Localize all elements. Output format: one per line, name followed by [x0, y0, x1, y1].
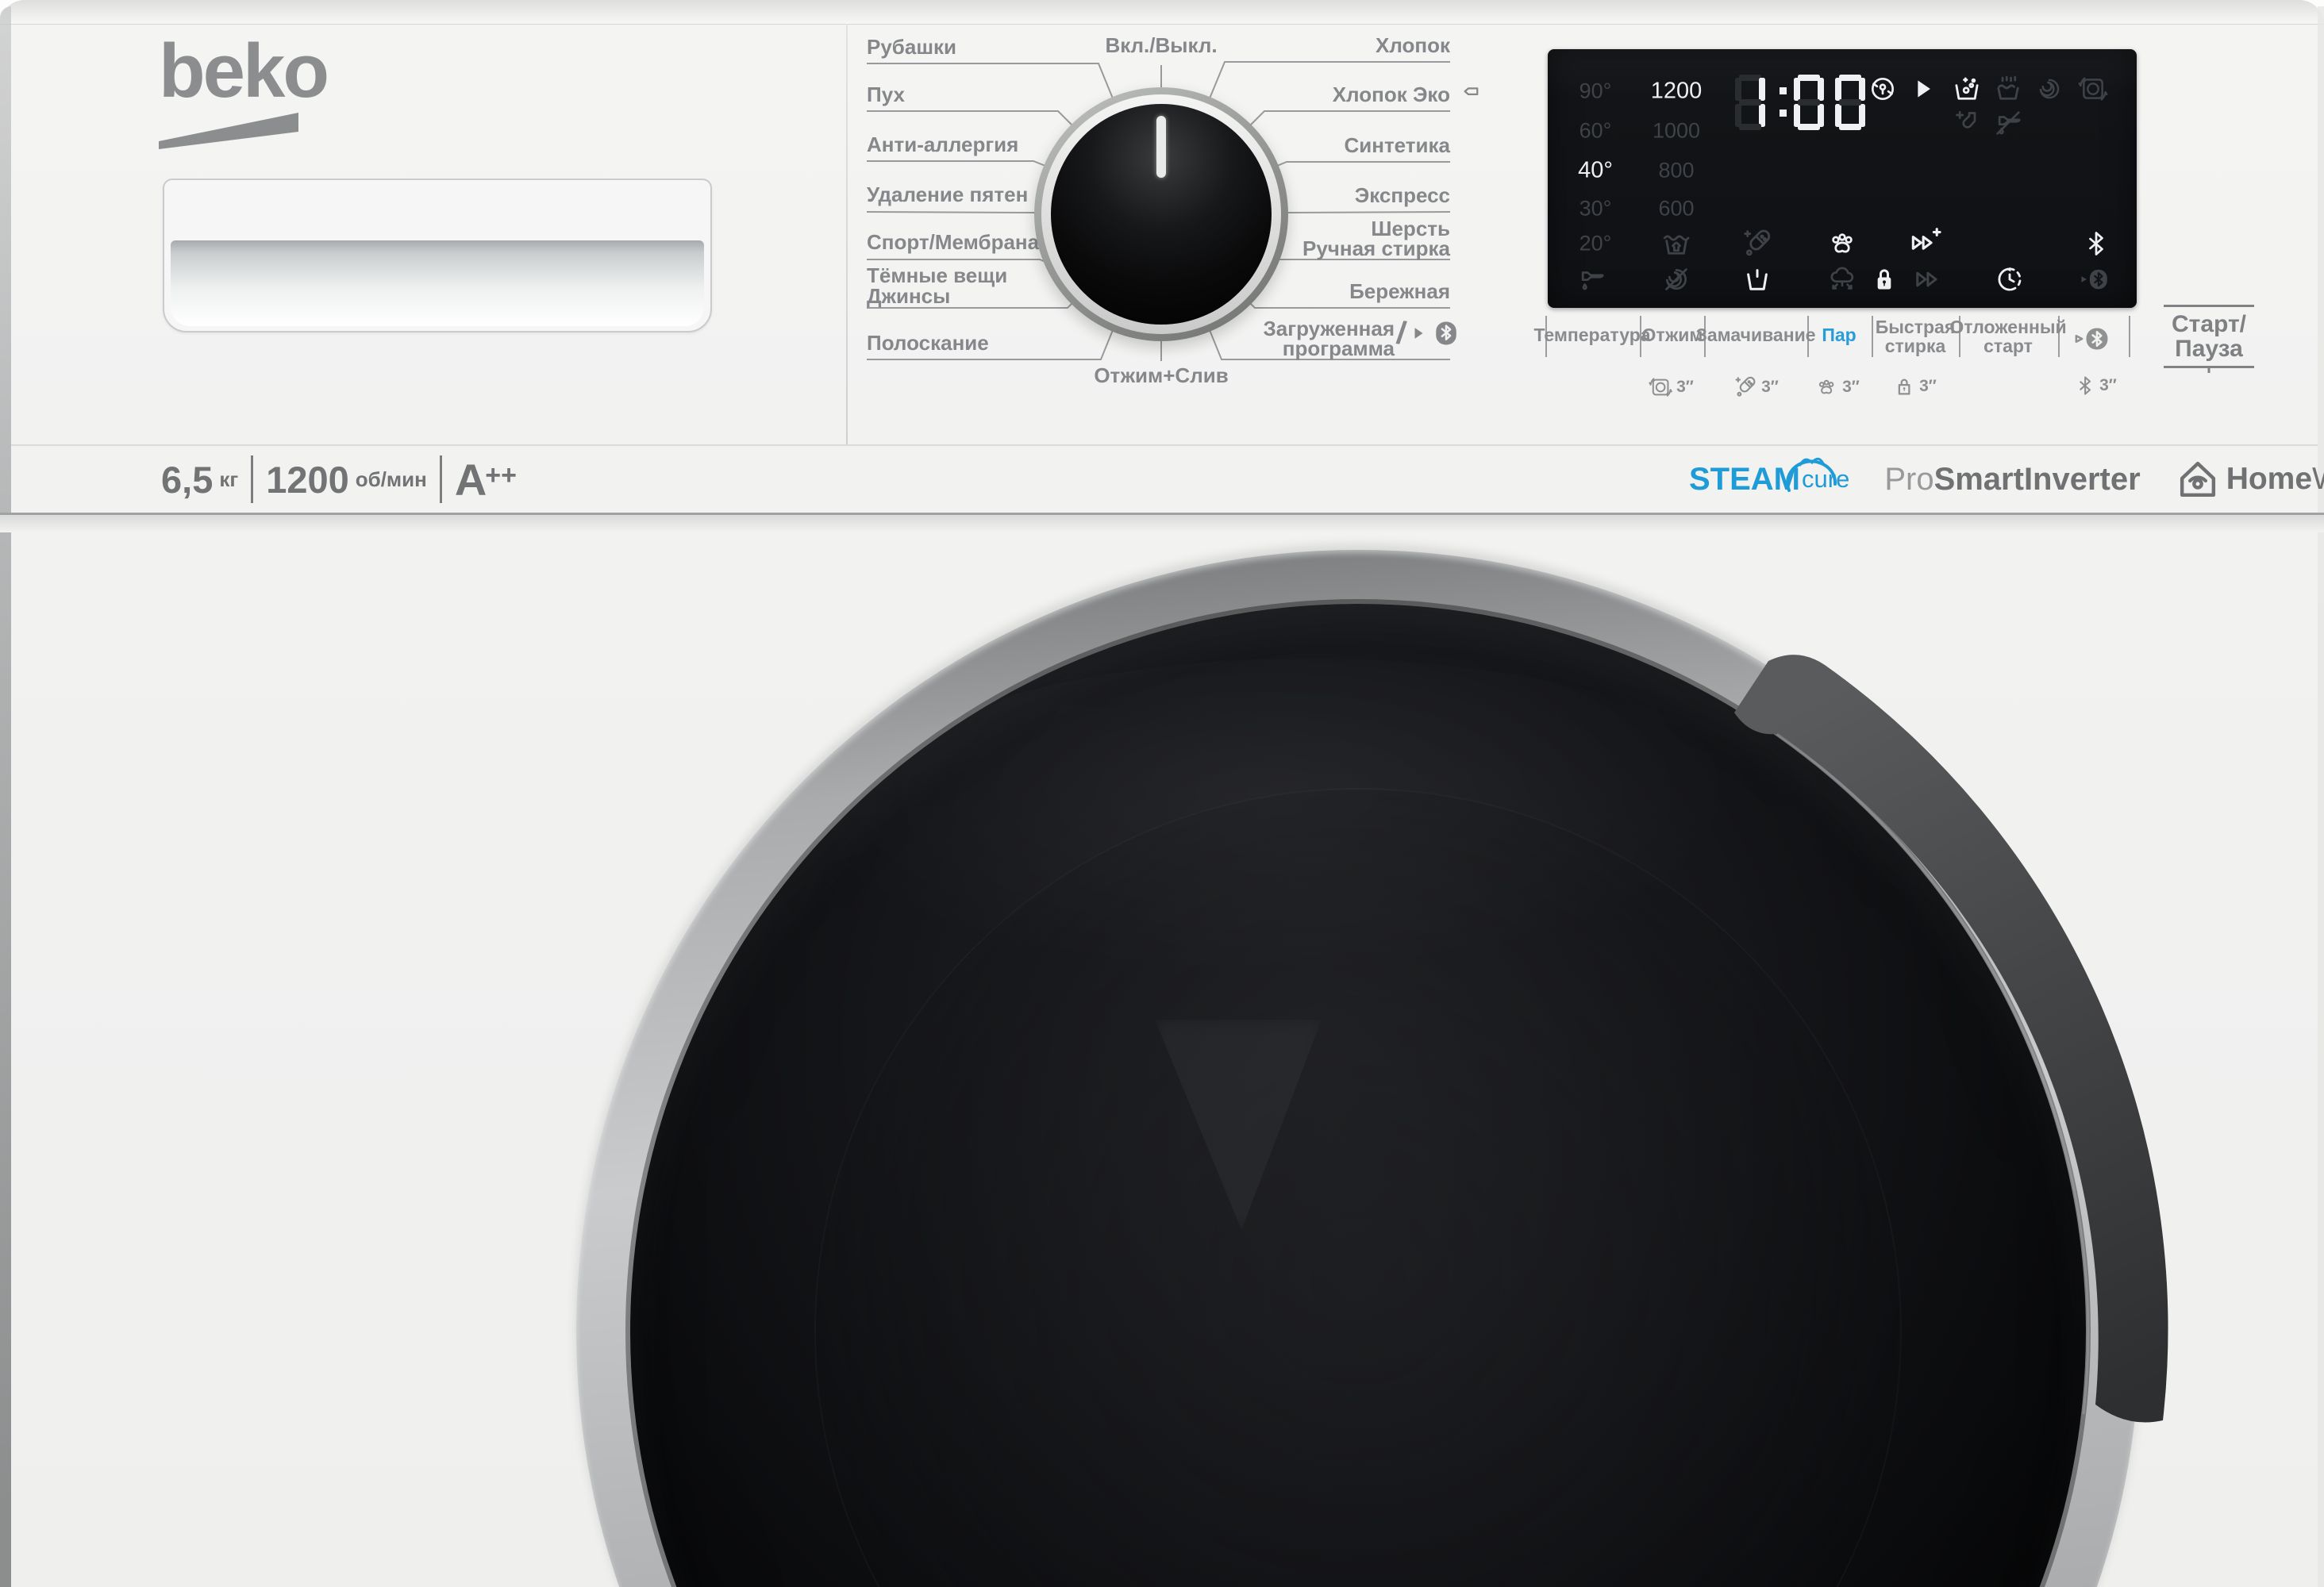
- fast-plus-icon: [1907, 225, 1942, 259]
- brand-logo-swoosh: [159, 113, 298, 151]
- fast-forward-icon: [1910, 263, 1944, 296]
- hold-hint-pet-hair: 3″: [1814, 375, 1860, 400]
- hand-wash-icon: [1741, 263, 1774, 296]
- program-dial-indicator: [1156, 116, 1166, 178]
- remote-start-bluetooth-button[interactable]: [2072, 324, 2115, 354]
- downloaded-program-icons: /: [1397, 317, 1460, 349]
- capacity-value: 6,5: [161, 458, 213, 501]
- delayed-start-button[interactable]: Отложенный старт: [1949, 317, 2066, 355]
- spin-button[interactable]: Отжим: [1642, 325, 1703, 344]
- program-dial[interactable]: [1034, 87, 1288, 341]
- hold-time: 3″: [2099, 376, 2117, 395]
- time-display: [1735, 75, 1876, 134]
- start-pause-button[interactable]: Старт/ Пауза: [2164, 305, 2254, 368]
- program-label-spin-drain: Отжим+Слив: [1058, 365, 1264, 386]
- temp-60: 60°: [1579, 119, 1612, 144]
- machine-right-edge: [2318, 6, 2324, 1587]
- bluetooth-icon: [1433, 320, 1460, 347]
- bluetooth-remote-icon: [2072, 324, 2115, 354]
- water-off-icon: [1992, 107, 2024, 139]
- program-label-rinse: Полоскание: [867, 332, 1121, 354]
- bluetooth-start-icon: [2078, 263, 2111, 296]
- delayed-start-clock-icon: [1993, 263, 2026, 296]
- energy-plus: ++: [485, 460, 517, 490]
- homewhiz-home: Home: [2226, 462, 2312, 496]
- detergent-drawer[interactable]: [163, 179, 712, 332]
- pet-hair-paw-icon: [1825, 226, 1860, 261]
- temperature-button[interactable]: Температура: [1533, 325, 1650, 344]
- temp-20: 20°: [1579, 232, 1612, 256]
- hold-time: 3″: [1919, 377, 1937, 396]
- spin-spiral-icon: [2034, 74, 2064, 104]
- anti-allergy-pill-icon: [1741, 227, 1774, 260]
- feature-badges: STEAMcure ProSmartInverter HomeWhiz: [1689, 449, 2324, 509]
- hold-time: 3″: [1676, 378, 1694, 397]
- start-pause-label: Старт/ Пауза: [2164, 312, 2254, 361]
- program-label-cotton: Хлопок: [1188, 35, 1450, 56]
- play-icon: [1410, 325, 1428, 342]
- hold-hint-drum-clean: 3″: [1648, 375, 1694, 400]
- washing-machine-front: beko Вкл./Выкл. Рубашки Пух Анти-аллерги…: [0, 0, 2324, 1587]
- specs-strip: 6,5 кг 1200 об/мин A++: [161, 449, 517, 509]
- steam-arc-icon: [1783, 441, 1841, 503]
- brand-logo-text: beko: [159, 33, 327, 110]
- spin-value: 1200: [266, 458, 349, 501]
- glass-reflection: [833, 659, 1786, 992]
- bluetooth-on-icon: [2082, 229, 2110, 258]
- program-label-cotton-eco: Хлопок Эко: [1188, 84, 1450, 106]
- homewhiz-badge: HomeWhiz: [2176, 457, 2324, 501]
- program-label-down: Пух: [867, 84, 1121, 106]
- wash-care-tub-icon: [1660, 227, 1693, 260]
- steamcure-badge: STEAMcure: [1689, 462, 1849, 498]
- extra-rinse-sock-icon: [1951, 107, 1983, 139]
- temp-40-selected: 40°: [1578, 158, 1613, 184]
- specs-divider: [251, 455, 253, 503]
- child-lock-icon: [1868, 74, 1898, 104]
- drum-rotate-icon: [2077, 73, 2109, 105]
- button-separator: [2129, 316, 2130, 357]
- quick-wash-button[interactable]: Быстрая стирка: [1876, 317, 1956, 355]
- cotton-icon: [1826, 263, 1859, 296]
- spin-1000: 1000: [1653, 119, 1700, 144]
- rinse-icon: [1991, 72, 2025, 106]
- specs-divider: [440, 455, 442, 503]
- temp-90: 90°: [1579, 79, 1612, 104]
- brand-logo: beko: [159, 33, 327, 151]
- soak-icon: [1950, 72, 1983, 106]
- soak-button[interactable]: Замачивание: [1695, 325, 1815, 344]
- hold-hint-bluetooth: 3″: [2074, 375, 2117, 397]
- program-label-shirts: Рубашки: [867, 37, 1121, 58]
- key-lock-icon: [1868, 263, 1900, 295]
- start-pause-tick: [2208, 367, 2210, 373]
- panel-bottom-shadow: [0, 515, 2324, 532]
- hold-time: 3″: [1761, 378, 1779, 397]
- homewhiz-whiz: Whiz: [2312, 462, 2324, 496]
- hold-hint-child-lock: 3″: [1892, 375, 1937, 398]
- temp-30: 30°: [1579, 197, 1612, 221]
- prosmart-rest: SmartInverter: [1934, 462, 2141, 497]
- running-play-icon: [1909, 75, 1936, 102]
- spin-unit: об/мин: [356, 467, 427, 492]
- energy-class: A++: [455, 454, 517, 505]
- prosmartinverter-badge: ProSmartInverter: [1884, 462, 2140, 498]
- machine-left-edge: [0, 6, 11, 1587]
- energy-tag-icon: [1455, 81, 1482, 109]
- steam-button[interactable]: Пар: [1822, 325, 1856, 344]
- hold-hint-anti-allergy: 3″: [1733, 375, 1779, 400]
- homewhiz-house-icon: [2176, 457, 2220, 501]
- detergent-drawer-handle[interactable]: [171, 240, 704, 326]
- capacity-unit: кг: [219, 467, 238, 492]
- display-panel: 90° 60° 40° 30° 20° 1200 1000 800 600: [1548, 49, 2137, 308]
- button-separator: [1872, 316, 1873, 357]
- hold-time: 3″: [1842, 378, 1860, 397]
- energy-letter: A: [455, 455, 485, 505]
- spin-1200-selected: 1200: [1651, 79, 1703, 105]
- slash-separator: /: [1395, 317, 1408, 349]
- cold-water-tap-icon: [1576, 263, 1607, 294]
- no-spin-icon: [1660, 263, 1692, 295]
- prosmart-pro: Pro: [1884, 462, 1933, 497]
- spin-800: 800: [1658, 159, 1694, 183]
- panel-seam-horizontal: [11, 444, 2318, 446]
- spin-600: 600: [1658, 197, 1694, 221]
